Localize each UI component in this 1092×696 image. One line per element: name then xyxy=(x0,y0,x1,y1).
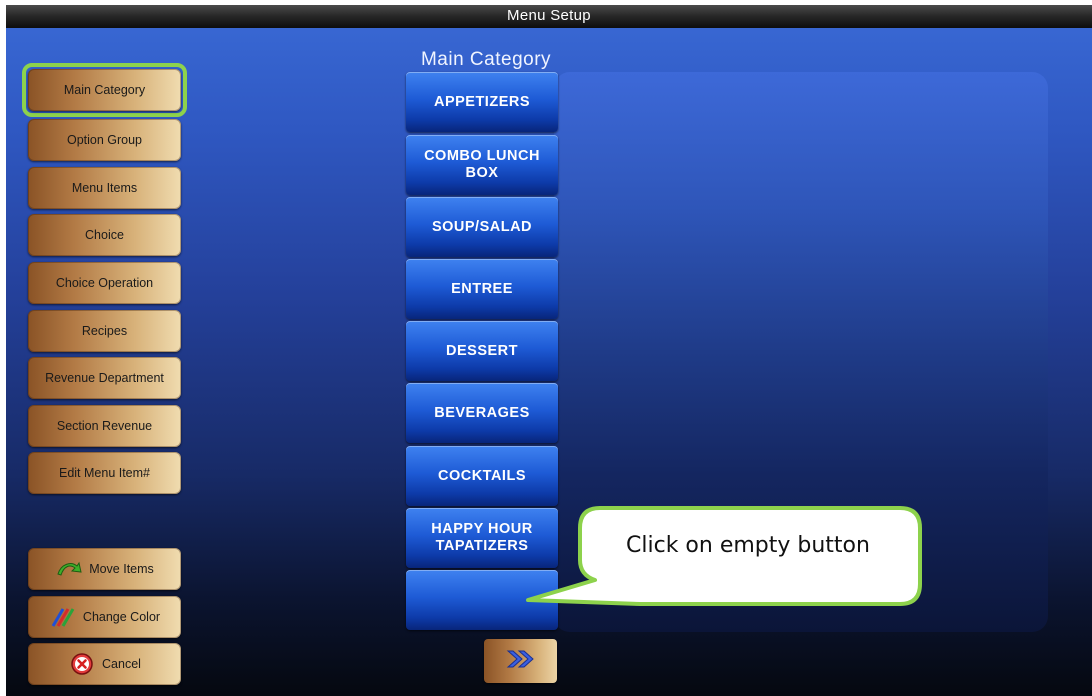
category-button-entree[interactable]: ENTREE xyxy=(406,259,558,319)
window-title: Menu Setup xyxy=(6,5,1092,28)
menu-setup-window: Menu Setup Main Category Main Category O… xyxy=(6,5,1092,696)
sidebar-item-choice[interactable]: Choice xyxy=(28,214,181,256)
sidebar-item-edit-menu-item[interactable]: Edit Menu Item# xyxy=(28,452,181,494)
sidebar-item-revenue-department[interactable]: Revenue Department xyxy=(28,357,181,399)
category-label: HAPPY HOUR TAPATIZERS xyxy=(431,521,533,554)
color-pencils-icon xyxy=(49,605,77,629)
category-button-dessert[interactable]: DESSERT xyxy=(406,321,558,381)
move-items-button[interactable]: Move Items xyxy=(28,548,181,590)
section-title: Main Category xyxy=(420,49,552,70)
double-chevron-right-icon xyxy=(504,648,538,675)
category-button-combo-lunch-box[interactable]: COMBO LUNCH BOX xyxy=(406,135,558,195)
cancel-label: Cancel xyxy=(102,657,141,671)
move-items-label: Move Items xyxy=(89,562,154,576)
red-x-icon xyxy=(68,652,96,676)
category-button-empty[interactable] xyxy=(406,570,558,630)
sidebar-item-option-group[interactable]: Option Group xyxy=(28,119,181,161)
category-button-beverages[interactable]: BEVERAGES xyxy=(406,383,558,443)
green-arrow-icon xyxy=(55,557,83,581)
callout-text: Click on empty button xyxy=(626,532,870,558)
category-button-happy-hour-tapatizers[interactable]: HAPPY HOUR TAPATIZERS xyxy=(406,508,558,568)
sidebar-item-section-revenue[interactable]: Section Revenue xyxy=(28,405,181,447)
change-color-button[interactable]: Change Color xyxy=(28,596,181,638)
sidebar-item-main-category[interactable]: Main Category xyxy=(28,69,181,111)
cancel-button[interactable]: Cancel xyxy=(28,643,181,685)
change-color-label: Change Color xyxy=(82,610,161,624)
category-button-soup-salad[interactable]: SOUP/SALAD xyxy=(406,197,558,257)
category-button-cocktails[interactable]: COCKTAILS xyxy=(406,446,558,506)
sidebar-item-choice-operation[interactable]: Choice Operation xyxy=(28,262,181,304)
category-label: COMBO LUNCH BOX xyxy=(424,148,540,181)
sidebar-item-menu-items[interactable]: Menu Items xyxy=(28,167,181,209)
next-page-button[interactable] xyxy=(484,639,557,683)
category-button-appetizers[interactable]: APPETIZERS xyxy=(406,72,558,132)
sidebar-item-recipes[interactable]: Recipes xyxy=(28,310,181,352)
